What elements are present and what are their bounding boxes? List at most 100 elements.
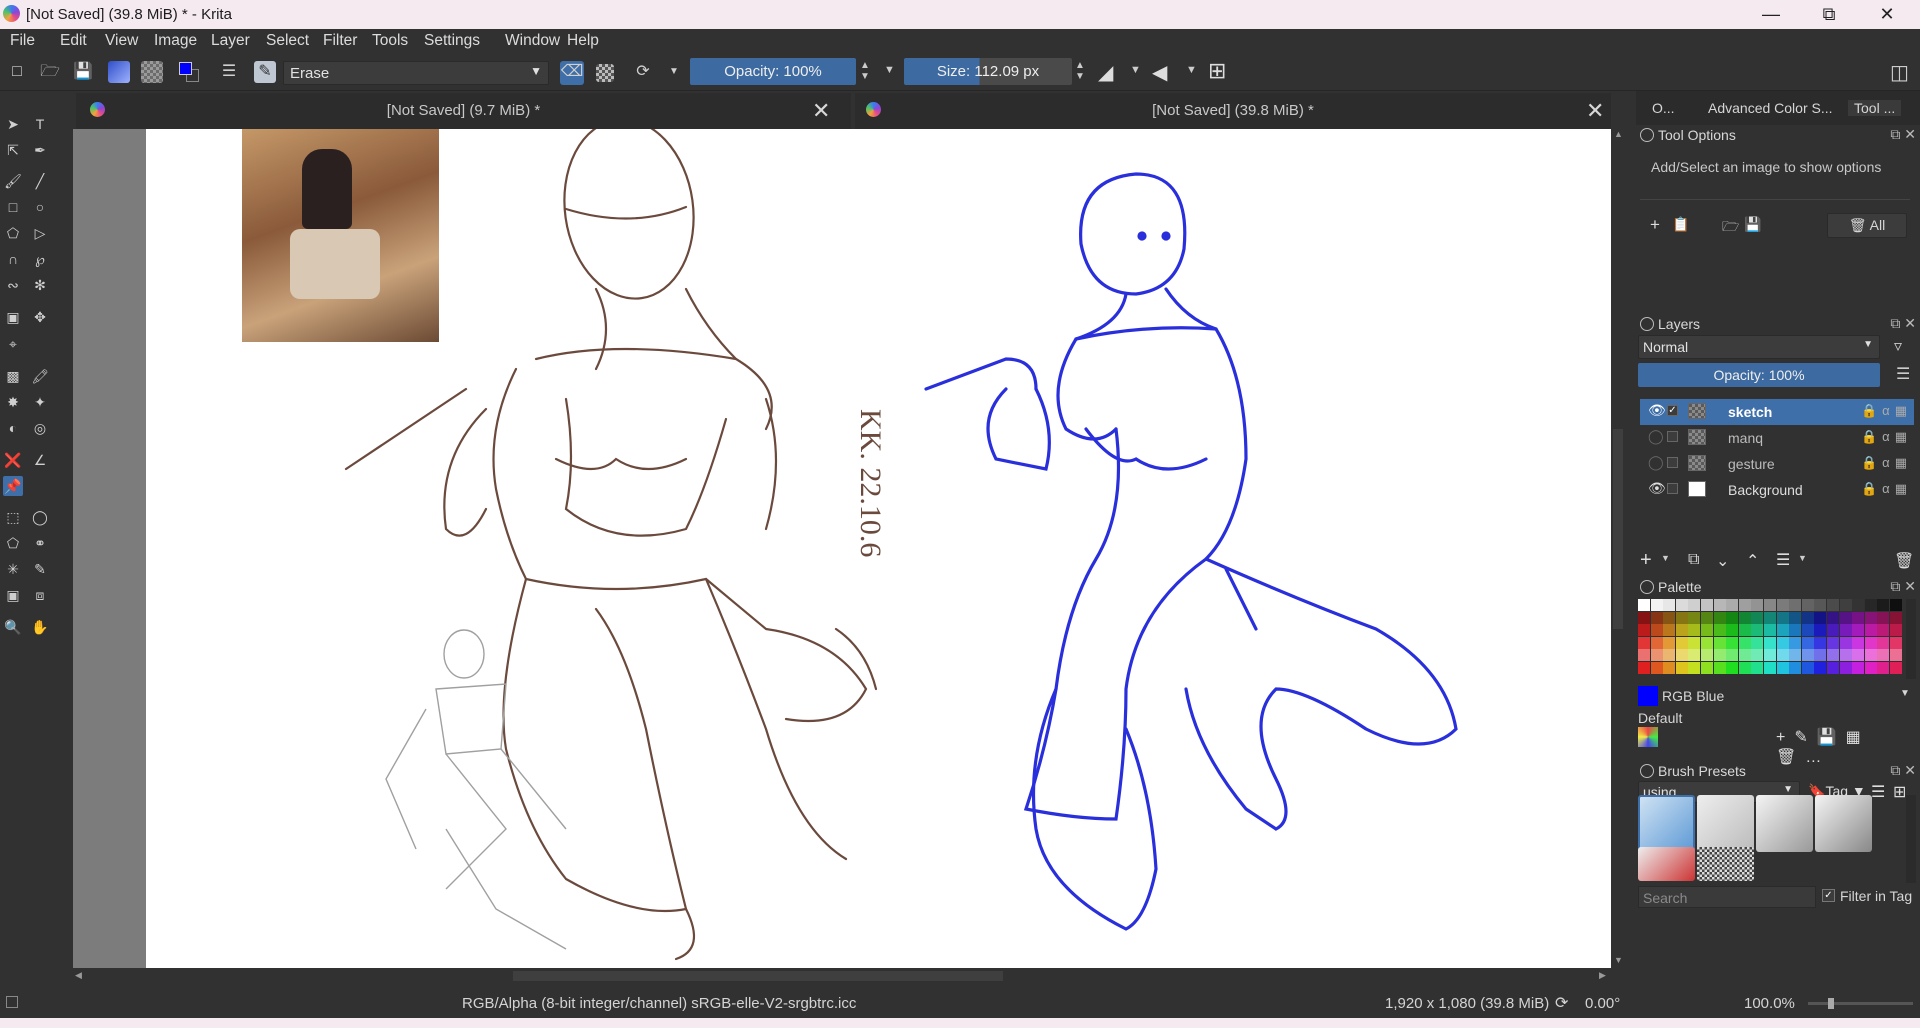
palette-scrollbar[interactable]: [1906, 599, 1916, 679]
palette-swatch[interactable]: [1864, 636, 1877, 649]
vertical-scroll-thumb[interactable]: [1613, 429, 1623, 629]
palette-swatch[interactable]: [1852, 636, 1865, 649]
layer-checkbox[interactable]: ✓: [1667, 405, 1678, 416]
palette-swatch[interactable]: [1675, 649, 1688, 662]
color-profile-info[interactable]: RGB/Alpha (8-bit integer/channel) sRGB-e…: [462, 995, 856, 1012]
image-size-info[interactable]: 1,920 x 1,080 (39.8 MiB): [1385, 995, 1549, 1012]
palette-swatch[interactable]: [1751, 611, 1764, 624]
delete-all-references-button[interactable]: 🗑 All: [1827, 213, 1907, 238]
move-layer-down-icon[interactable]: ⌄: [1716, 551, 1729, 571]
minimize-button[interactable]: —: [1742, 0, 1800, 29]
palette-swatch[interactable]: [1663, 599, 1676, 611]
close-button[interactable]: ✕: [1858, 0, 1916, 29]
palette-swatch[interactable]: [1663, 624, 1676, 637]
palette-swatch[interactable]: [1890, 624, 1902, 637]
zoom-slider[interactable]: [1808, 998, 1913, 1009]
palette-swatch[interactable]: [1650, 599, 1663, 611]
delete-layer-icon[interactable]: 🗑: [1894, 551, 1914, 571]
palette-swatch[interactable]: [1852, 611, 1865, 624]
palette-swatch[interactable]: [1764, 649, 1776, 662]
similar-selection-icon[interactable]: ✎: [30, 559, 50, 579]
vertical-scrollbar[interactable]: ▲ ▼: [1611, 129, 1626, 968]
palette-swatch[interactable]: [1713, 599, 1726, 611]
palette-chooser-icon[interactable]: [1638, 727, 1658, 747]
palette-swatch[interactable]: [1675, 636, 1688, 649]
palette-swatch[interactable]: [1890, 636, 1902, 649]
layer-checkbox[interactable]: [1667, 457, 1678, 468]
filter-in-tag-checkbox[interactable]: ✓: [1822, 889, 1835, 902]
palette-swatch[interactable]: [1852, 599, 1865, 611]
palette-swatch[interactable]: [1814, 636, 1827, 649]
palette-swatch[interactable]: [1701, 624, 1713, 637]
workspace-chooser-icon[interactable]: ◫: [1890, 60, 1909, 85]
palette-swatch[interactable]: [1839, 636, 1852, 649]
rect-selection-icon[interactable]: ⬚: [3, 507, 23, 527]
palette-swatch[interactable]: [1827, 624, 1839, 637]
palette-swatch[interactable]: [1801, 624, 1814, 637]
float-close-icons[interactable]: ⧉ ✕: [1890, 126, 1916, 143]
opacity-spin-icon[interactable]: ▲ ▼: [860, 60, 870, 82]
eye-icon[interactable]: 👁: [1648, 402, 1666, 419]
menu-filter[interactable]: Filter: [323, 32, 357, 50]
lock-icon[interactable]: [1640, 317, 1654, 331]
palette-swatch[interactable]: [1864, 662, 1877, 674]
palette-swatch[interactable]: [1827, 611, 1839, 624]
reload-preset-icon[interactable]: ⟳: [632, 61, 654, 83]
polygon-selection-icon[interactable]: ⬠: [3, 533, 23, 553]
menu-layer[interactable]: Layer: [211, 32, 250, 50]
palette-swatch[interactable]: [1776, 649, 1789, 662]
docker-tab-overview[interactable]: O...: [1652, 100, 1675, 116]
palette-swatch[interactable]: [1789, 599, 1802, 611]
palette-swatch[interactable]: [1827, 636, 1839, 649]
horizontal-scrollbar[interactable]: ◀ ▶: [73, 968, 1611, 984]
polygon-tool-icon[interactable]: ⬠: [3, 223, 23, 243]
palette-swatch[interactable]: [1877, 624, 1890, 637]
palette-swatch[interactable]: [1638, 649, 1650, 662]
size-spin-icon[interactable]: ▲ ▼: [1075, 60, 1085, 82]
palette-swatch[interactable]: [1738, 636, 1751, 649]
palette-swatch[interactable]: [1688, 611, 1701, 624]
palette-swatch[interactable]: [1675, 662, 1688, 674]
zoom-tool-icon[interactable]: 🔍: [3, 617, 23, 637]
eraser-mode-icon[interactable]: ⌫: [560, 61, 584, 85]
palette-swatch[interactable]: [1789, 649, 1802, 662]
document-tab-1[interactable]: [Not Saved] (9.7 MiB) * ✕: [76, 93, 851, 129]
palette-swatch[interactable]: [1877, 611, 1890, 624]
palette-swatch[interactable]: [1701, 649, 1713, 662]
docker-tab-advanced-color[interactable]: Advanced Color S...: [1708, 100, 1833, 116]
palette-swatch[interactable]: [1852, 662, 1865, 674]
text-tool-icon[interactable]: T: [30, 114, 50, 134]
palette-swatch-grid[interactable]: [1638, 599, 1904, 675]
lock-icon[interactable]: [1640, 764, 1654, 778]
palette-swatch[interactable]: [1852, 624, 1865, 637]
palette-swatch[interactable]: [1801, 649, 1814, 662]
zoom-slider-handle[interactable]: [1828, 998, 1834, 1009]
layer-properties-icon[interactable]: ☰: [1776, 550, 1790, 570]
palette-swatch[interactable]: [1852, 649, 1865, 662]
palette-swatch[interactable]: [1776, 611, 1789, 624]
save-reference-set-icon[interactable]: 💾: [1744, 216, 1761, 233]
multibrush-icon[interactable]: ✻: [30, 275, 50, 295]
open-document-icon[interactable]: 🗁: [39, 61, 61, 83]
palette-swatch[interactable]: [1789, 662, 1802, 674]
restore-button[interactable]: ⧉: [1800, 0, 1858, 29]
polyline-tool-icon[interactable]: ▷: [30, 223, 50, 243]
ellipse-selection-icon[interactable]: ◯: [30, 507, 50, 527]
menu-edit[interactable]: Edit: [60, 32, 87, 50]
mirror-vertical-icon[interactable]: ◀: [1152, 60, 1167, 85]
eraser-preset-thumb[interactable]: [1638, 795, 1695, 852]
reference-images-icon[interactable]: 📌: [3, 476, 23, 496]
presets-scrollbar[interactable]: [1906, 795, 1916, 883]
palette-swatch[interactable]: [1738, 662, 1751, 674]
selection-status-icon[interactable]: [6, 996, 18, 1008]
menu-image[interactable]: Image: [154, 32, 197, 50]
palette-swatch[interactable]: [1726, 636, 1739, 649]
palette-swatch[interactable]: [1801, 636, 1814, 649]
crop-tool-icon[interactable]: ⌖: [3, 334, 23, 354]
palette-swatch[interactable]: [1839, 624, 1852, 637]
palette-swatch[interactable]: [1827, 649, 1839, 662]
palette-swatch[interactable]: [1839, 599, 1852, 611]
move-tool-icon[interactable]: ✥: [30, 307, 50, 327]
mirror-horizontal-icon[interactable]: ◢: [1098, 60, 1113, 85]
palette-swatch[interactable]: [1713, 649, 1726, 662]
